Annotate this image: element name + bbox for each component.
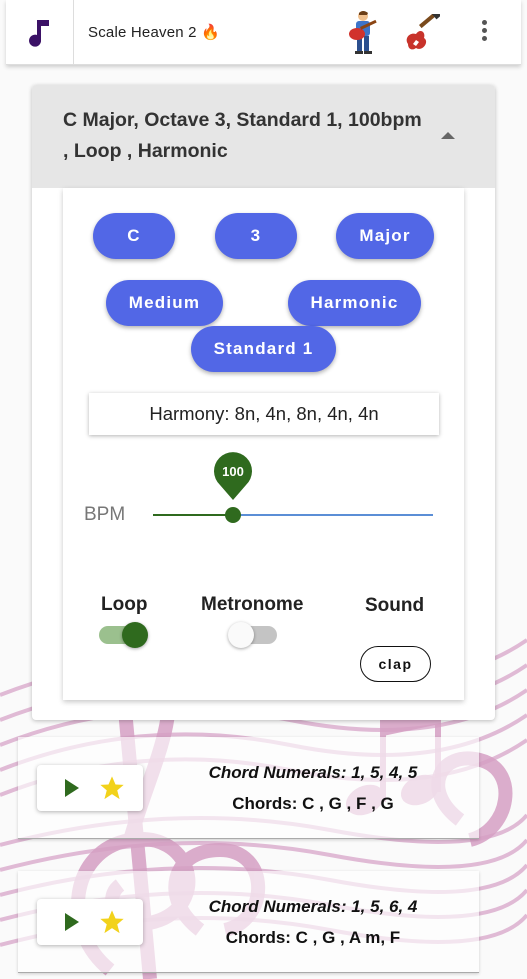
electric-guitar-icon[interactable]: [404, 10, 442, 57]
metronome-toggle[interactable]: [228, 622, 254, 648]
app-bar: Scale Heaven 2 🔥: [6, 0, 521, 65]
sound-select-button[interactable]: clap: [360, 646, 431, 682]
settings-summary: C Major, Octave 3, Standard 1, 100bpm , …: [63, 109, 422, 162]
harmony-display: Harmony: 8n, 4n, 8n, 4n, 4n: [89, 393, 439, 435]
loop-label: Loop: [101, 594, 148, 615]
progression-card: Chord Numerals: 1, 5, 6, 4 Chords: C , G…: [18, 871, 479, 973]
bpm-slider-thumb[interactable]: [225, 507, 241, 523]
fire-icon: 🔥: [201, 24, 220, 41]
chord-numerals: Chord Numerals: 1, 5, 6, 4: [208, 897, 418, 916]
octave-button[interactable]: 3: [215, 213, 297, 259]
guitar-player-icon[interactable]: [343, 10, 379, 59]
music-note-icon[interactable]: [6, 0, 74, 65]
progression-controls: [37, 899, 143, 945]
bpm-slider-active-track[interactable]: [153, 514, 233, 516]
chord-names: Chords: C , G , F , G: [232, 794, 394, 813]
play-icon[interactable]: [65, 913, 79, 931]
app-title-text: Scale Heaven 2: [88, 24, 197, 41]
bpm-slider-track[interactable]: [233, 514, 433, 516]
panel-header[interactable]: C Major, Octave 3, Standard 1, 100bpm , …: [32, 85, 495, 188]
loop-toggle[interactable]: [122, 622, 148, 648]
chord-numerals: Chord Numerals: 1, 5, 4, 5: [208, 763, 418, 782]
chord-names: Chords: C , G , A m, F: [225, 928, 401, 947]
settings-card: C 3 Major Medium Harmonic Standard 1 Har…: [63, 188, 464, 700]
mode-button[interactable]: Harmonic: [288, 280, 421, 326]
more-vert-icon[interactable]: [476, 20, 492, 46]
scale-settings-panel: C Major, Octave 3, Standard 1, 100bpm , …: [32, 85, 495, 720]
sound-label: Sound: [365, 595, 425, 616]
star-icon[interactable]: [98, 908, 126, 936]
progression-card: Chord Numerals: 1, 5, 4, 5 Chords: C , G…: [18, 737, 479, 839]
scale-button[interactable]: Major: [336, 213, 434, 259]
app-title: Scale Heaven 2 🔥: [88, 23, 220, 41]
key-button[interactable]: C: [93, 213, 175, 259]
speed-button[interactable]: Medium: [106, 280, 223, 326]
play-icon[interactable]: [65, 779, 79, 797]
bpm-value: 100: [222, 464, 244, 479]
star-icon[interactable]: [98, 774, 126, 802]
bpm-label: BPM: [84, 504, 126, 525]
collapse-caret-icon[interactable]: [441, 132, 455, 139]
metronome-label: Metronome: [201, 594, 304, 615]
tuning-button[interactable]: Standard 1: [191, 326, 336, 372]
progression-controls: [37, 765, 143, 811]
